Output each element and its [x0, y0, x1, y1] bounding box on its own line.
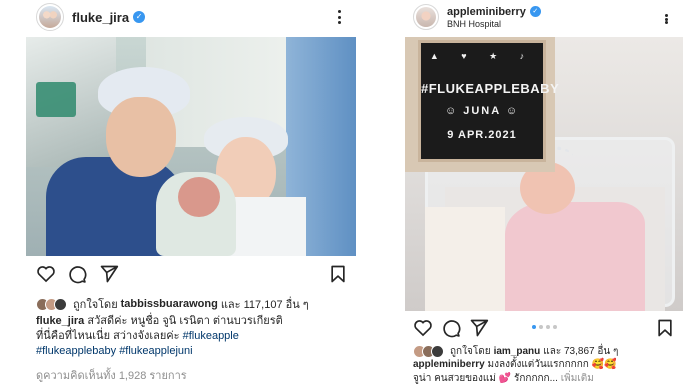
caption-text-2: ที่นี่คือที่ไหนเนี่ย สว่างจังเลยค่ะ: [36, 330, 183, 342]
username-row: fluke_jira ✓: [72, 10, 146, 25]
username-block: appleminiberry ✓ BNH Hospital: [447, 6, 541, 29]
liker-avatars: [413, 345, 444, 358]
username[interactable]: appleminiberry: [447, 6, 526, 18]
caption-line-3: #flukeapplebaby #flukeapplejuni: [36, 344, 352, 359]
letterboard: ▲ ♥ ★ ♪ #FLUKEAPPLEBABY ☺ JUNA ☺ 9 APR.2…: [405, 37, 560, 172]
hashtag-link[interactable]: #flukeapplebaby: [36, 345, 116, 357]
heart-icon[interactable]: [36, 264, 56, 284]
caption-line-2: จูน่า คนสวยของแม่ 💕 รักกกกก... เพิ่มเติม: [413, 372, 679, 386]
post-appleminiberry: appleminiberry ✓ BNH Hospital ▲ ♥ ★ ♪ #F…: [405, 0, 683, 392]
post-fluke-jira: fluke_jira ✓ ถูกใจโดย tabbissbuarawong แ…: [26, 0, 356, 392]
caption: fluke_jira สวัสดีค่ะ หนูชื่อ จูนิ เรนิตา…: [36, 314, 352, 359]
caption-line-1: fluke_jira สวัสดีค่ะ หนูชื่อ จูนิ เรนิตา…: [36, 314, 352, 329]
post-header: fluke_jira ✓: [26, 0, 356, 34]
save-icon[interactable]: [655, 318, 675, 338]
username-block: fluke_jira ✓: [72, 10, 146, 25]
likes-line: ถูกใจโดย tabbissbuarawong และ 117,107 อื…: [36, 295, 350, 313]
letterboard-tag: #FLUKEAPPLEBABY: [421, 81, 560, 96]
caption-text-1: มงลงตั้งแต่วันแรกกกกก 🥰🥰: [487, 359, 617, 370]
share-icon[interactable]: [99, 264, 119, 284]
likes-prefix: ถูกใจโดย: [73, 299, 118, 311]
verified-badge-icon: ✓: [133, 11, 146, 23]
letterboard-date: 9 APR.2021: [447, 129, 517, 141]
username-row: appleminiberry ✓: [447, 6, 541, 18]
likes-prefix: ถูกใจโดย: [450, 346, 491, 357]
photo-baby-bassinet: ▲ ♥ ★ ♪ #FLUKEAPPLEBABY ☺ JUNA ☺ 9 APR.2…: [405, 37, 683, 311]
username[interactable]: fluke_jira: [72, 10, 129, 25]
more-options-icon[interactable]: [659, 12, 673, 26]
letterboard-icons: ▲ ♥ ★ ♪: [429, 51, 535, 61]
photo-hospital-family: [26, 37, 356, 256]
liked-by-user[interactable]: iam_panu: [494, 346, 541, 357]
caption-line-1: appleminiberry มงลงตั้งแต่วันแรกกกกก 🥰🥰: [413, 358, 679, 372]
post-photo[interactable]: [26, 37, 356, 256]
likes-line: ถูกใจโดย iam_panu และ 73,867 อื่น ๆ: [413, 344, 677, 359]
caption: appleminiberry มงลงตั้งแต่วันแรกกกกก 🥰🥰 …: [413, 358, 679, 386]
carousel-indicator: [405, 325, 683, 329]
likes-count[interactable]: และ 73,867 อื่น ๆ: [543, 344, 618, 359]
action-bar: [26, 262, 356, 286]
caption-text-2: จูน่า คนสวยของแม่ 💕 รักกกกก...: [413, 373, 558, 384]
liker-avatars: [36, 297, 67, 311]
caption-username[interactable]: appleminiberry: [413, 359, 485, 370]
save-icon[interactable]: [328, 264, 348, 284]
location-link[interactable]: BNH Hospital: [447, 19, 541, 29]
likes-count[interactable]: และ 117,107 อื่น ๆ: [221, 295, 309, 313]
caption-text-1: สวัสดีค่ะ หนูชื่อ จูนิ เรนิตา ต่านบวรเกี…: [87, 315, 283, 327]
caption-username[interactable]: fluke_jira: [36, 315, 84, 327]
letterboard-name: ☺ JUNA ☺: [444, 105, 520, 117]
more-link[interactable]: เพิ่มเติม: [561, 373, 594, 384]
hashtag-link[interactable]: #flukeapplejuni: [119, 345, 192, 357]
hashtag-link[interactable]: #flukeapple: [183, 330, 239, 342]
view-all-comments-link[interactable]: ดูความคิดเห็นทั้ง 1,928 รายการ: [36, 366, 187, 384]
comment-icon[interactable]: [67, 264, 87, 284]
action-bar: [405, 316, 683, 340]
post-header: appleminiberry ✓ BNH Hospital: [405, 0, 683, 34]
avatar[interactable]: [36, 3, 64, 31]
avatar[interactable]: [413, 4, 439, 30]
post-photo[interactable]: ▲ ♥ ★ ♪ #FLUKEAPPLEBABY ☺ JUNA ☺ 9 APR.2…: [405, 37, 683, 311]
verified-badge-icon: ✓: [529, 6, 541, 17]
liked-by-user[interactable]: tabbissbuarawong: [121, 298, 218, 310]
caption-line-2: ที่นี่คือที่ไหนเนี่ย สว่างจังเลยค่ะ #flu…: [36, 329, 352, 344]
more-options-icon[interactable]: [332, 8, 346, 26]
